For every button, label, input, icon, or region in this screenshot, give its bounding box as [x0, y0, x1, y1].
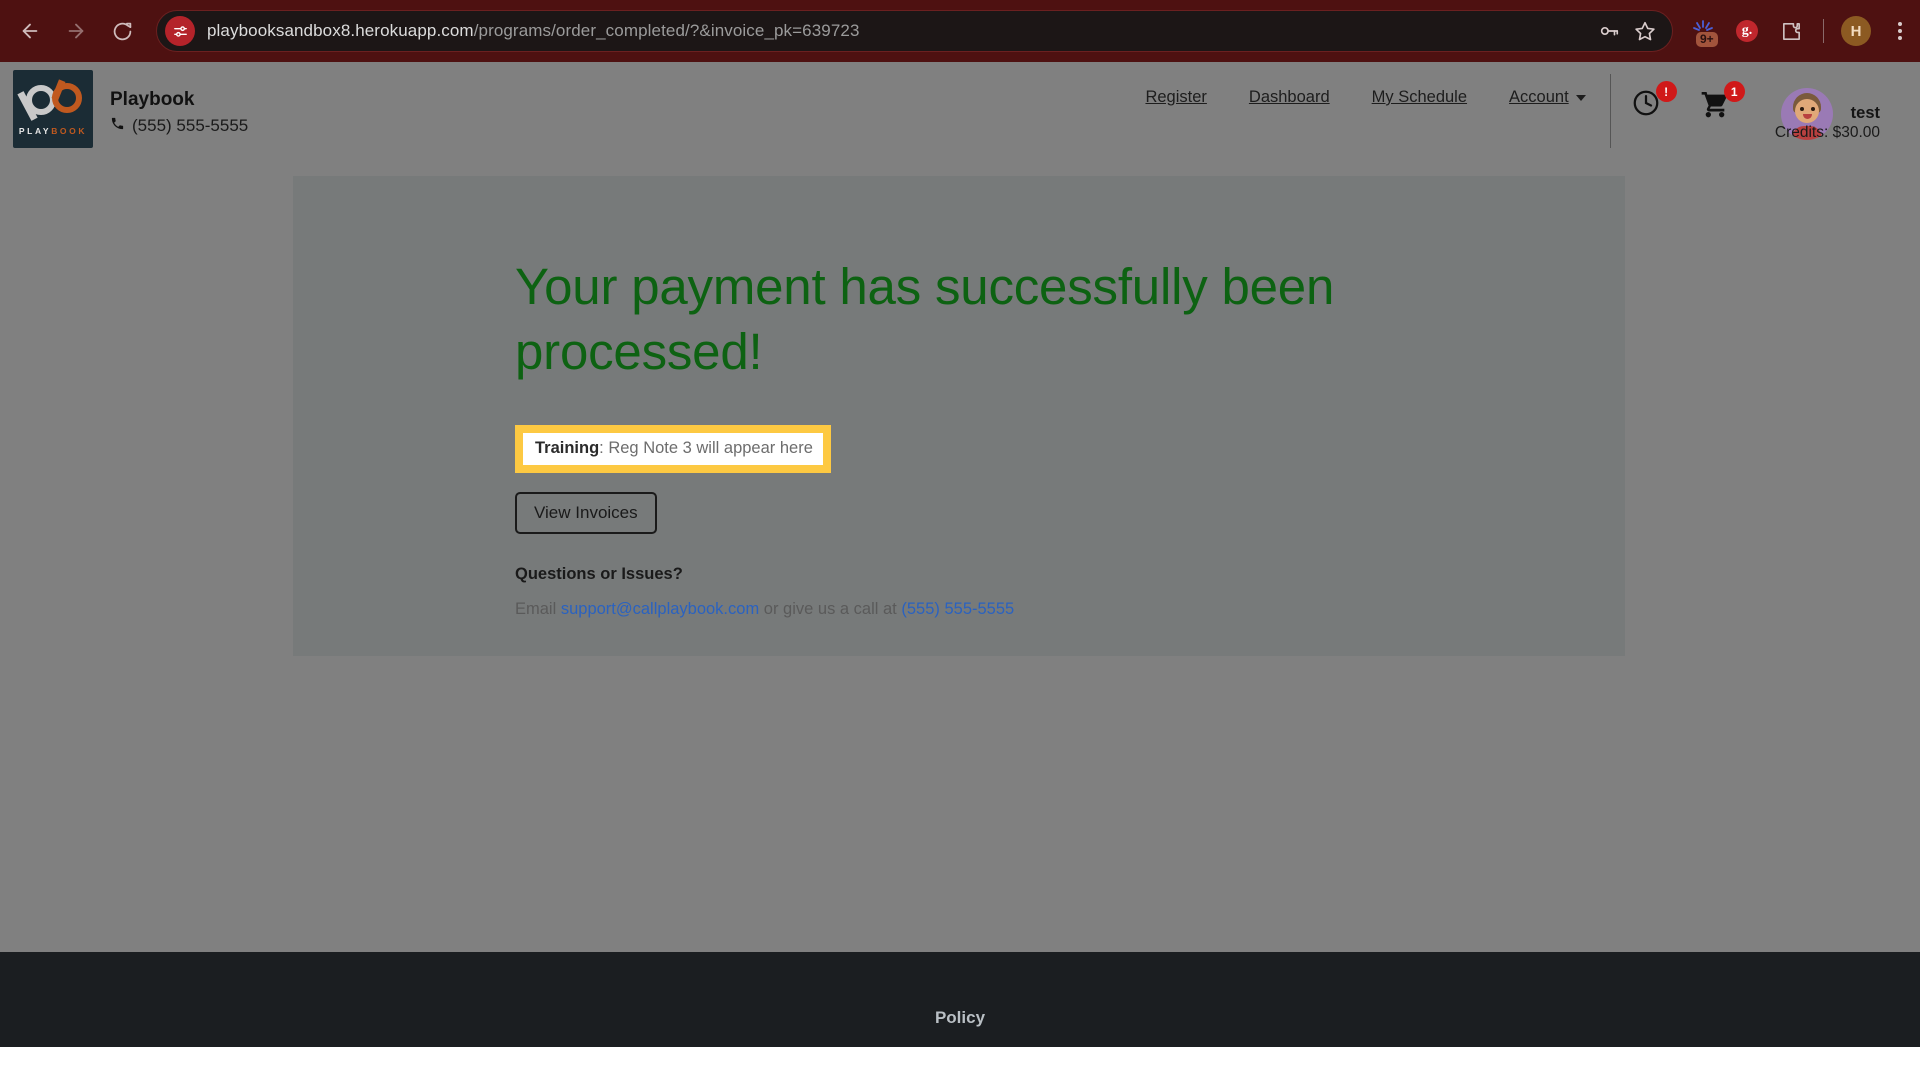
support-email-link[interactable]: support@callplaybook.com [561, 600, 759, 618]
forward-button[interactable] [56, 11, 96, 51]
url-path: /programs/order_completed/?&invoice_pk=6… [473, 21, 860, 40]
logo-mark [17, 78, 82, 123]
nav-label: Register [1145, 88, 1207, 106]
site-header: PLAYBOOK Playbook (555) 555-5555 Registe… [0, 62, 1920, 168]
nav-item-dashboard[interactable]: Dashboard [1249, 88, 1330, 107]
page-title: Your payment has successfully been proce… [515, 258, 1335, 381]
order-confirmation-card: Your payment has successfully been proce… [293, 176, 1625, 656]
pending-history-button[interactable]: ! [1631, 81, 1677, 128]
cart-badge: 1 [1723, 81, 1745, 102]
nav-label: Dashboard [1248, 88, 1330, 106]
address-bar-actions [1598, 20, 1662, 42]
credits-label: Credits: $30.00 [1774, 124, 1880, 141]
profile-avatar[interactable]: H [1836, 11, 1876, 51]
history-badge: ! [1655, 81, 1677, 102]
browser-menu-icon[interactable] [1880, 11, 1920, 51]
nav-label: My Schedule [1371, 88, 1468, 106]
logo-word-book: BOOK [51, 125, 88, 136]
username[interactable]: test [1851, 88, 1880, 123]
contact-middle: or give us a call at [759, 599, 902, 618]
contact-line: Email support@callplaybook.com or give u… [515, 600, 1625, 619]
address-bar[interactable]: playbooksandbox8.herokuapp.com/programs/… [156, 10, 1673, 52]
back-button[interactable] [10, 11, 50, 51]
brand-phone: (555) 555-5555 [110, 116, 248, 136]
brand[interactable]: PLAYBOOK Playbook (555) 555-5555 [0, 62, 248, 148]
password-key-icon[interactable] [1598, 20, 1620, 42]
view-invoices-button[interactable]: View Invoices [515, 491, 657, 534]
nav-item-my-schedule[interactable]: My Schedule [1372, 88, 1467, 107]
page: PLAYBOOK Playbook (555) 555-5555 Registe… [0, 62, 1920, 1080]
browser-chrome: playbooksandbox8.herokuapp.com/programs/… [0, 0, 1920, 62]
browser-toolbar-actions: 9+ g. H [1683, 11, 1920, 51]
grammarly-icon[interactable]: g. [1727, 11, 1767, 51]
cart-button[interactable]: 1 [1699, 81, 1745, 128]
grammarly-glyph: g. [1736, 20, 1758, 42]
training-note-highlight: Training: Reg Note 3 will appear here [515, 424, 831, 473]
questions-title: Questions or Issues? [515, 564, 683, 583]
playbook-logo[interactable]: PLAYBOOK [13, 70, 93, 148]
user-zone: ! 1 test Credits: $30.00 [1611, 62, 1920, 141]
brand-phone-text: (555) 555-5555 [132, 115, 249, 135]
training-note-text: : Reg Note 3 will appear here [599, 438, 813, 457]
reload-button[interactable] [102, 11, 142, 51]
url-text[interactable]: playbooksandbox8.herokuapp.com/programs/… [207, 21, 1598, 41]
browser-navigation-buttons [0, 11, 142, 51]
bookmark-star-icon[interactable] [1634, 20, 1656, 42]
toolbar-divider [1823, 19, 1824, 43]
site-footer: Policy [0, 952, 1920, 1047]
support-phone-link[interactable]: (555) 555-5555 [901, 600, 1014, 618]
nav-item-account[interactable]: Account [1509, 88, 1586, 107]
footer-policy-link[interactable]: Policy [935, 1008, 985, 1028]
site-nav: Register Dashboard My Schedule Account [1145, 62, 1609, 107]
contact-prefix: Email [515, 599, 561, 618]
tune-icon[interactable] [165, 16, 195, 46]
brand-name: Playbook [110, 89, 195, 111]
kebab-glyph [1898, 22, 1902, 40]
extensions-puzzle-icon[interactable] [1771, 11, 1811, 51]
nav-item-register[interactable]: Register [1145, 88, 1206, 107]
page-body: Your payment has successfully been proce… [0, 168, 1920, 1047]
nav-label: Account [1509, 88, 1569, 106]
extension-burst-icon[interactable]: 9+ [1683, 11, 1723, 51]
extension-badge: 9+ [1696, 32, 1718, 48]
brand-text: Playbook (555) 555-5555 [110, 82, 248, 136]
order-confirmation-content: Your payment has successfully been proce… [293, 176, 1625, 619]
chevron-down-icon [1575, 94, 1586, 101]
training-note-label: Training [535, 438, 600, 457]
logo-word-play: PLAY [18, 125, 52, 136]
profile-initial: H [1841, 16, 1871, 46]
url-domain: playbooksandbox8.herokuapp.com [207, 21, 474, 40]
phone-icon [110, 116, 125, 136]
logo-wordmark: PLAYBOOK [19, 126, 87, 136]
